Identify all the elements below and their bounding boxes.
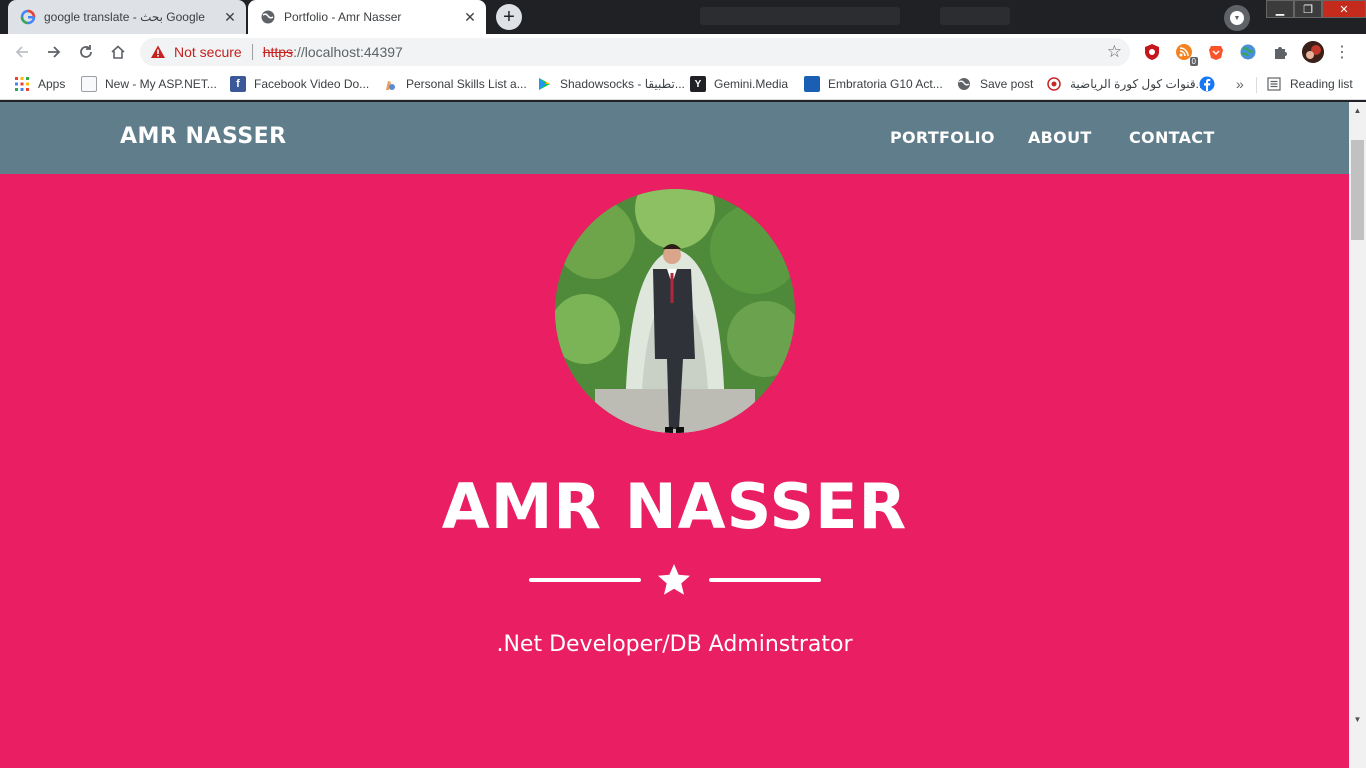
brave-lion-icon[interactable] (1206, 42, 1226, 62)
play-store-icon (536, 76, 552, 92)
bookmark-label: Embratoria G10 Act... (828, 77, 943, 91)
bookmarks-overflow-button[interactable]: » (1236, 76, 1244, 92)
bookmark-gemini[interactable]: Y Gemini.Media (690, 76, 788, 92)
bookmark-label: Save post (980, 77, 1034, 91)
close-tab-icon[interactable]: ✕ (220, 7, 240, 27)
bookmark-save-post[interactable]: Save post (956, 76, 1033, 92)
home-button[interactable] (106, 40, 130, 64)
tab-search-button[interactable]: ▼ (1224, 5, 1250, 31)
divider-line-left (529, 578, 641, 582)
tab-google-translate[interactable]: google translate - بحث Google ✕ (8, 0, 246, 34)
back-arrow-icon (15, 46, 28, 58)
chevron-down-icon: ▼ (1230, 11, 1244, 25)
forward-arrow-icon (48, 46, 61, 58)
browser-toolbar: Not secure https ://localhost:44397 ☆ 0 … (0, 34, 1366, 70)
bookmark-shadowsocks[interactable]: Shadowsocks - تطبيقا... (536, 76, 685, 92)
bookmark-facebook-video[interactable]: f Facebook Video Do... (230, 76, 369, 92)
scroll-up-arrow-icon[interactable]: ▲ (1349, 102, 1366, 119)
reading-list-button[interactable]: Reading list (1266, 76, 1353, 92)
back-button[interactable] (10, 40, 34, 64)
bookmark-label: Gemini.Media (714, 77, 789, 91)
facebook-f-icon: f (230, 76, 246, 92)
divider-line-right (709, 578, 821, 582)
reading-list-icon (1266, 76, 1282, 92)
bookmark-label: New - My ASP.NET... (105, 77, 217, 91)
reload-icon (80, 45, 92, 58)
extension-badge: 0 (1189, 57, 1198, 66)
google-g-icon (20, 9, 36, 25)
y-icon: Y (690, 76, 706, 92)
url-scheme: https (262, 44, 294, 60)
window-controls: ▁ ❐ ✕ (1266, 0, 1366, 18)
site-navbar: AMR NASSER PORTFOLIO ABOUT CONTACT (0, 102, 1349, 174)
embratoria-icon (804, 76, 820, 92)
ublock-origin-icon[interactable] (1142, 42, 1162, 62)
bookmark-kora[interactable]: قنوات كول كورة الرياضية... (1046, 76, 1206, 92)
close-tab-icon[interactable]: ✕ (460, 7, 480, 27)
facebook-icon (1199, 76, 1215, 92)
tab-title: Portfolio - Amr Nasser (284, 10, 402, 24)
maximize-button[interactable]: ❐ (1294, 0, 1322, 18)
page-scrollbar[interactable]: ▲ ▼ (1349, 102, 1366, 768)
earth-icon[interactable] (1238, 42, 1258, 62)
tab-portfolio[interactable]: Portfolio - Amr Nasser ✕ (248, 0, 486, 34)
nav-link-contact[interactable]: CONTACT (1129, 128, 1215, 147)
new-tab-button[interactable]: + (496, 4, 522, 30)
pen-icon (382, 76, 398, 92)
home-icon (111, 45, 125, 59)
globe-icon (956, 76, 972, 92)
profile-photo (555, 189, 795, 433)
close-window-button[interactable]: ✕ (1322, 0, 1366, 18)
bookmark-aspnet[interactable]: New - My ASP.NET... (81, 76, 217, 92)
globe-icon (260, 9, 276, 25)
bookmark-label: Facebook Video Do... (254, 77, 370, 91)
url-host: ://localhost:44397 (293, 44, 403, 60)
nav-link-portfolio[interactable]: PORTFOLIO (890, 128, 995, 147)
bookmark-embratoria[interactable]: Embratoria G10 Act... (804, 76, 943, 92)
bookmark-apps[interactable]: Apps (14, 76, 65, 92)
bookmark-label: Apps (38, 77, 66, 91)
site-brand-link[interactable]: AMR NASSER (120, 124, 287, 149)
bookmark-label: قنوات كول كورة الرياضية... (1070, 77, 1206, 91)
warning-triangle-icon (150, 44, 166, 60)
scroll-thumb[interactable] (1351, 140, 1364, 240)
profile-avatar[interactable] (1302, 41, 1324, 63)
more-menu-icon[interactable]: ⋮ (1332, 42, 1352, 62)
star-icon (656, 562, 692, 598)
bookmark-facebook[interactable] (1199, 76, 1223, 92)
forward-button[interactable] (42, 40, 66, 64)
bookmark-skills[interactable]: Personal Skills List a... (382, 76, 527, 92)
bookmark-star-icon[interactable]: ☆ (1107, 42, 1122, 62)
background-window-pill (940, 7, 1010, 25)
puzzle-piece-icon[interactable] (1270, 42, 1290, 62)
rss-feed-icon[interactable]: 0 (1174, 42, 1198, 66)
minimize-button[interactable]: ▁ (1266, 0, 1294, 18)
masthead-subtitle: .Net Developer/DB Adminstrator (496, 632, 853, 657)
reload-button[interactable] (74, 40, 98, 64)
bookmark-label: Shadowsocks - تطبيقا... (560, 77, 685, 91)
background-window-search (700, 7, 900, 25)
tab-title: google translate - بحث Google (44, 10, 205, 24)
masthead-heading: AMR NASSER (441, 470, 908, 543)
document-icon (81, 76, 97, 92)
bookmarks-separator (1256, 77, 1257, 93)
scroll-down-arrow-icon[interactable]: ▼ (1349, 711, 1366, 728)
kora-logo-icon (1046, 76, 1062, 92)
reading-list-label: Reading list (1290, 77, 1353, 91)
nav-link-about[interactable]: ABOUT (1028, 128, 1092, 147)
tab-strip: google translate - بحث Google ✕ Portfoli… (0, 0, 1366, 34)
bookmarks-bar: Apps New - My ASP.NET... f Facebook Vide… (0, 70, 1366, 100)
page-viewport: AMR NASSER PORTFOLIO ABOUT CONTACT AMR N… (0, 102, 1349, 768)
apps-grid-icon (14, 76, 30, 92)
not-secure-label[interactable]: Not secure (174, 44, 242, 60)
address-bar[interactable]: Not secure https ://localhost:44397 ☆ (140, 38, 1130, 66)
bookmark-label: Personal Skills List a... (406, 77, 527, 91)
address-separator (251, 44, 253, 60)
